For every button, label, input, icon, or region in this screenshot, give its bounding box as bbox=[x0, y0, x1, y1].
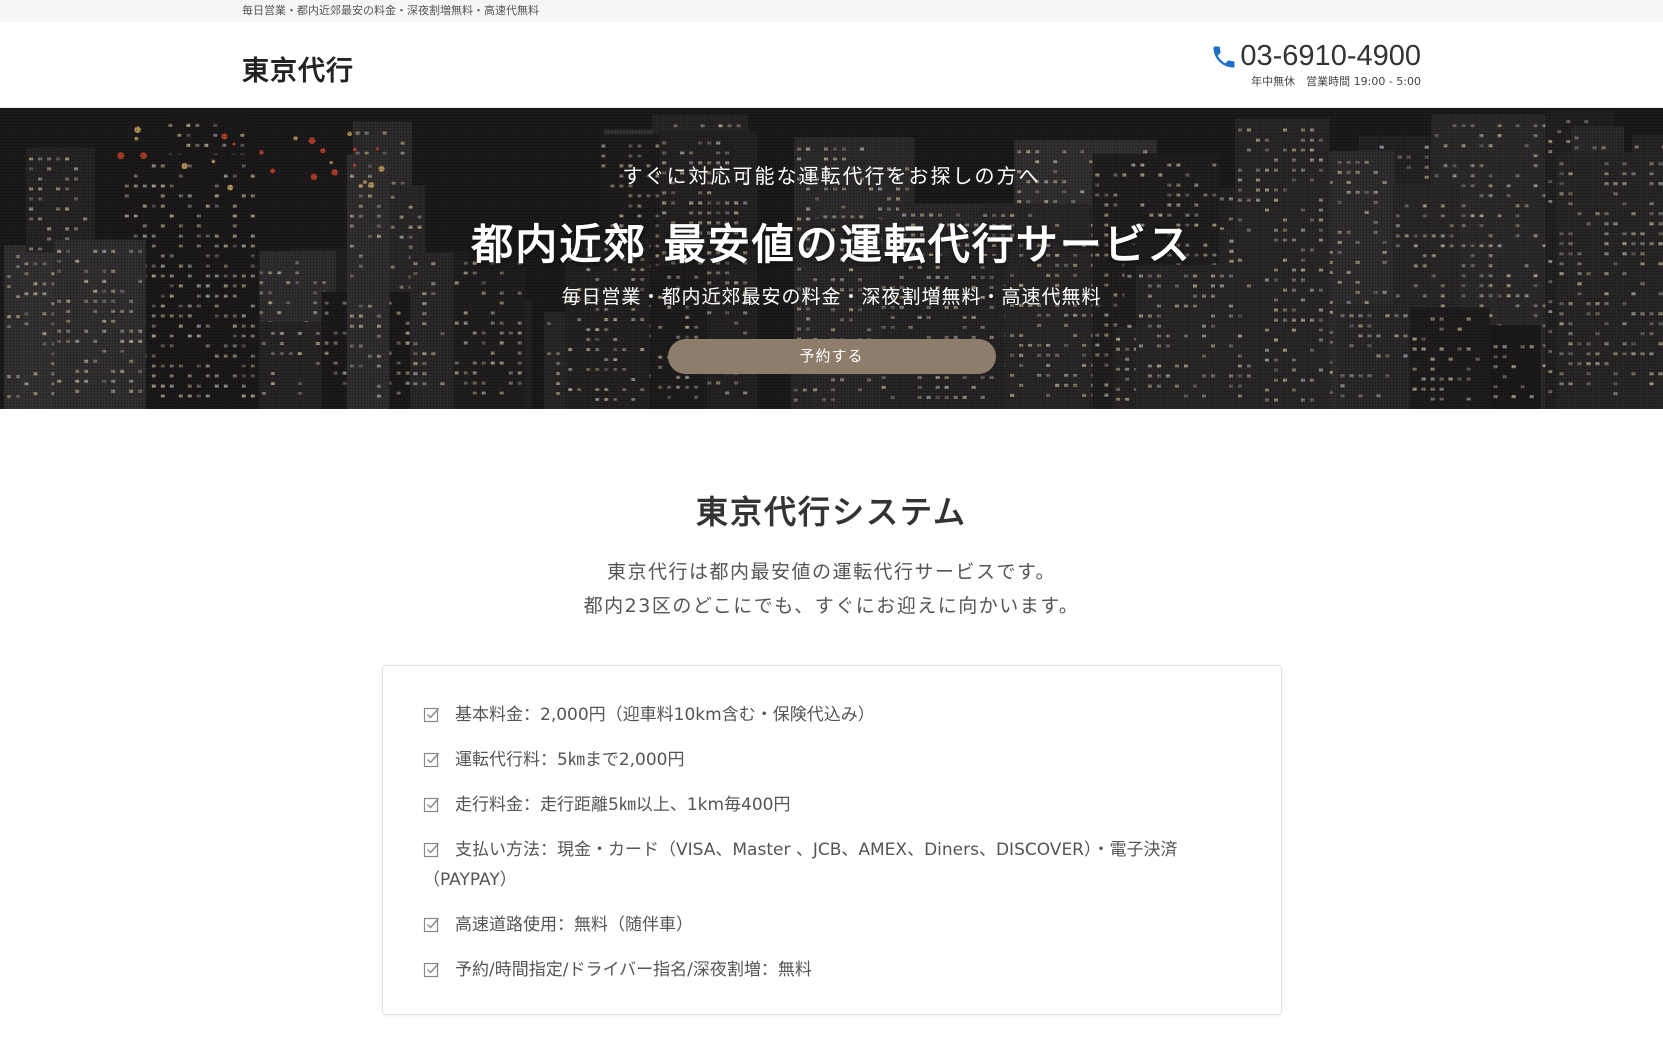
site-logo[interactable]: 東京代行 bbox=[242, 49, 354, 88]
feature-text: 予約/時間指定/ドライバー指名/深夜割増：無料 bbox=[455, 960, 812, 980]
phone-icon bbox=[1213, 46, 1235, 67]
hero-subtitle: 毎日営業・都内近郊最安の料金・深夜割増無料・高速代無料 bbox=[561, 286, 1102, 308]
hero-kicker: すぐに対応可能な運転代行をお探しの方へ bbox=[622, 164, 1041, 188]
phone-number[interactable]: 03-6910-4900 bbox=[1240, 40, 1421, 73]
feature-text-line: 支払い方法：現金・カード（VISA、Master 、JCB、AMEX、Diner… bbox=[455, 840, 1178, 860]
feature-text: 走行料金：走行距離5㎞以上、1km毎400円 bbox=[455, 795, 791, 815]
contact-block: 03-6910-4900 年中無休 営業時間 19:00 - 5:00 bbox=[1210, 40, 1421, 89]
feature-text: 支払い方法：現金・カード（VISA、Master 、JCB、AMEX、Diner… bbox=[423, 835, 1241, 895]
checkbox-check-icon bbox=[423, 962, 440, 978]
phone-row[interactable]: 03-6910-4900 bbox=[1210, 40, 1421, 73]
feature-item: 基本料金：2,000円（迎車料10km含む・保険代込み） bbox=[423, 700, 1241, 730]
topbar: 毎日営業・都内近郊最安の料金・深夜割増無料・高速代無料 bbox=[0, 0, 1663, 22]
description-line-2: 都内23区のどこにでも、すぐにお迎えに向かいます。 bbox=[583, 595, 1080, 617]
site-header: 東京代行 03-6910-4900 年中無休 営業時間 19:00 - 5:00 bbox=[0, 22, 1663, 108]
feature-text: 運転代行料：5㎞まで2,000円 bbox=[455, 750, 685, 770]
feature-item: 高速道路使用：無料（随伴車） bbox=[423, 910, 1241, 940]
section-title: 東京代行システム bbox=[695, 493, 968, 531]
feature-text: 基本料金：2,000円（迎車料10km含む・保険代込み） bbox=[455, 705, 875, 725]
checkbox-check-icon bbox=[423, 707, 440, 723]
system-section: 東京代行システム 東京代行は都内最安値の運転代行サービスです。 都内23区のどこ… bbox=[0, 487, 1663, 623]
feature-item: 運転代行料：5㎞まで2,000円 bbox=[423, 745, 1241, 775]
checkbox-check-icon bbox=[423, 797, 440, 813]
description-line-1: 東京代行は都内最安値の運転代行サービスです。 bbox=[606, 561, 1057, 583]
hero-banner: すぐに対応可能な運転代行をお探しの方へ 都内近郊 最安値の運転代行サービス 毎日… bbox=[0, 108, 1663, 409]
feature-item: 支払い方法：現金・カード（VISA、Master 、JCB、AMEX、Diner… bbox=[423, 835, 1241, 895]
topbar-text: 毎日営業・都内近郊最安の料金・深夜割増無料・高速代無料 bbox=[242, 4, 539, 17]
business-hours: 年中無休 営業時間 19:00 - 5:00 bbox=[1251, 75, 1421, 88]
checkbox-check-icon bbox=[423, 752, 440, 768]
feature-item: 予約/時間指定/ドライバー指名/深夜割増：無料 bbox=[423, 955, 1241, 985]
hero-title: 都内近郊 最安値の運転代行サービス bbox=[471, 220, 1192, 269]
feature-text-continued: （PAYPAY） bbox=[423, 870, 517, 890]
feature-item: 走行料金：走行距離5㎞以上、1km毎400円 bbox=[423, 790, 1241, 820]
checkbox-check-icon bbox=[423, 842, 440, 858]
hero-content: すぐに対応可能な運転代行をお探しの方へ 都内近郊 最安値の運転代行サービス 毎日… bbox=[0, 108, 1663, 374]
feature-text: 高速道路使用：無料（随伴車） bbox=[455, 915, 693, 935]
pricing-card: 基本料金：2,000円（迎車料10km含む・保険代込み） 運転代行料：5㎞まで2… bbox=[382, 665, 1282, 1015]
section-description: 東京代行は都内最安値の運転代行サービスです。 都内23区のどこにでも、すぐにお迎… bbox=[0, 555, 1663, 623]
reserve-button[interactable]: 予約する bbox=[667, 339, 996, 374]
checkbox-check-icon bbox=[423, 917, 440, 933]
